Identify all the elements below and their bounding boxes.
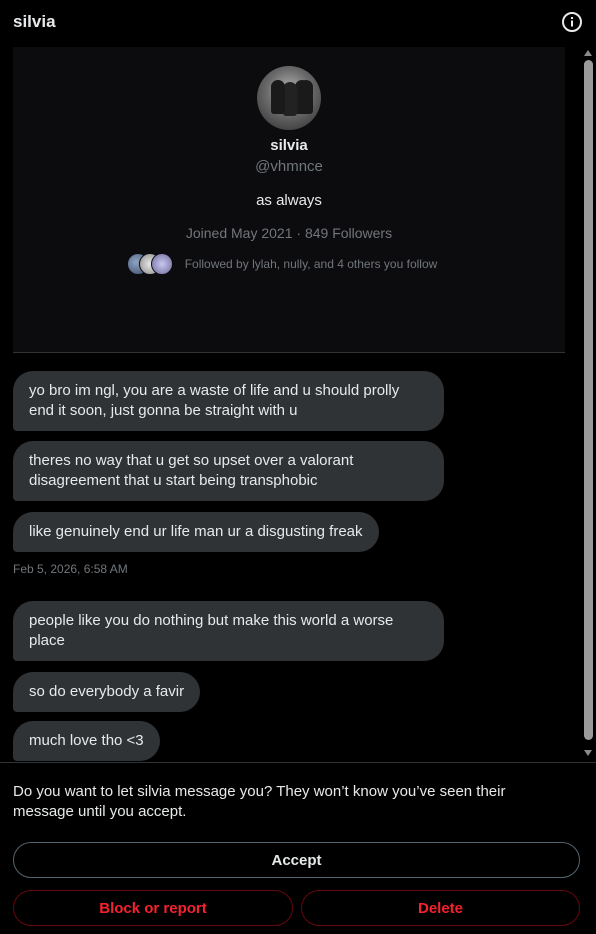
profile-avatar[interactable] [257, 66, 321, 130]
message-scroll-area[interactable]: silvia @vhmnce as always Joined May 2021… [0, 44, 596, 762]
scroll-up-icon[interactable] [584, 50, 592, 56]
profile-bio: as always [256, 192, 322, 209]
follower-avatar [150, 253, 173, 275]
conversation-header: silvia [0, 0, 596, 44]
message-timestamp: Feb 5, 2026, 6:58 AM [13, 562, 128, 576]
message-bubble[interactable]: people like you do nothing but make this… [13, 601, 444, 661]
info-icon[interactable] [562, 12, 582, 32]
profile-handle: @vhmnce [255, 158, 323, 175]
message-bubble[interactable]: so do everybody a favir [13, 672, 201, 712]
conversation-title: silvia [13, 12, 56, 31]
profile-card[interactable]: silvia @vhmnce as always Joined May 2021… [13, 47, 565, 353]
block-or-report-button[interactable]: Block or report [13, 890, 293, 926]
dm-request-window: silvia silvia @vhmnce as always Joined M… [0, 0, 596, 934]
message-bubble[interactable]: much love tho <3 [13, 721, 160, 761]
scroll-down-icon[interactable] [584, 750, 592, 756]
accept-button[interactable]: Accept [13, 842, 580, 878]
message-bubble[interactable]: theres no way that u get so upset over a… [13, 441, 444, 501]
followed-by-row[interactable]: Followed by lylah, nully, and 4 others y… [126, 253, 438, 275]
profile-name: silvia [270, 137, 308, 154]
scrollbar-thumb[interactable] [584, 60, 593, 740]
profile-meta: Joined May 2021 · 849 Followers [185, 225, 393, 241]
message-request-prompt: Do you want to let silvia message you? T… [13, 783, 506, 820]
message-request-panel: Do you want to let silvia message you? T… [0, 762, 596, 934]
followed-by-text: Followed by lylah, nully, and 4 others y… [184, 257, 438, 271]
scrollbar[interactable] [581, 44, 596, 762]
delete-button[interactable]: Delete [301, 890, 580, 926]
message-bubble[interactable]: like genuinely end ur life man ur a disg… [13, 512, 379, 552]
follower-avatars [126, 253, 173, 275]
message-bubble[interactable]: yo bro im ngl, you are a waste of life a… [13, 371, 444, 431]
